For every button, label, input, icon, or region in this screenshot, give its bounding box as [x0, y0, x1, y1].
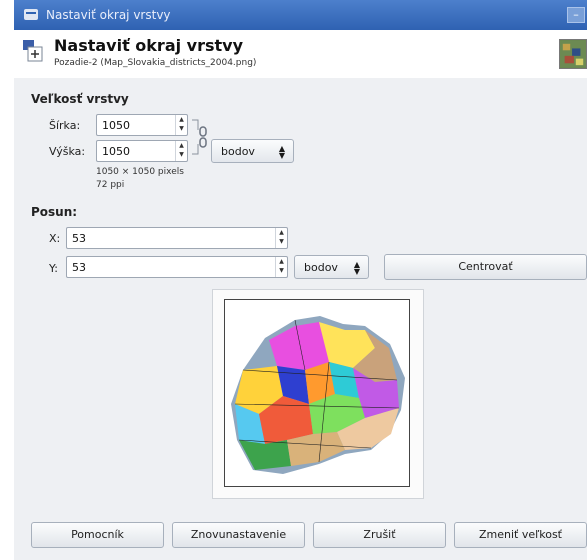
spinner-arrows-icon[interactable]: ▲ ▼ [275, 257, 287, 277]
x-offset-spinbox[interactable]: 53 ▲ ▼ [66, 227, 288, 249]
offset-unit-combo[interactable]: bodov ▲ ▼ [294, 255, 369, 279]
width-label: Šírka: [49, 119, 81, 132]
size-info-ppi: 72 ppi [96, 180, 125, 190]
window-title: Nastaviť okraj vrstvy [46, 8, 171, 22]
help-button[interactable]: Pomocník [31, 522, 164, 548]
size-unit-combo[interactable]: bodov ▲ ▼ [211, 139, 294, 163]
width-value: 1050 [102, 119, 130, 132]
chain-link-icon[interactable] [190, 117, 208, 157]
offset-section-title: Posun: [31, 205, 78, 219]
y-offset-value: 53 [72, 261, 86, 274]
title-bar[interactable]: Nastaviť okraj vrstvy – [14, 0, 587, 30]
combo-arrows-icon: ▲ ▼ [278, 144, 285, 160]
offset-unit-label: bodov [304, 261, 338, 274]
spinner-arrows-icon[interactable]: ▲ ▼ [275, 228, 287, 248]
size-info-pixels: 1050 × 1050 pixels [96, 167, 184, 177]
y-label: Y: [49, 262, 58, 275]
map-preview-image [231, 316, 405, 474]
combo-arrows-icon: ▲ ▼ [353, 260, 360, 276]
preview-frame [224, 299, 410, 487]
dialog-subtitle: Pozadie-2 (Map_Slovakia_districts_2004.p… [54, 58, 257, 68]
height-label: Výška: [49, 145, 86, 158]
reset-button[interactable]: Znovunastavenie [172, 522, 305, 548]
spinner-arrows-icon[interactable]: ▲ ▼ [175, 141, 187, 161]
x-label: X: [49, 232, 61, 245]
y-offset-spinbox[interactable]: 53 ▲ ▼ [66, 256, 288, 278]
dialog-window: Nastaviť okraj vrstvy – Nastaviť okraj v… [14, 0, 587, 560]
width-spinbox[interactable]: 1050 ▲ ▼ [96, 114, 188, 136]
resize-button[interactable]: Zmeniť veľkosť [454, 522, 587, 548]
height-value: 1050 [102, 145, 130, 158]
desktop-strip [0, 0, 14, 560]
offset-preview-area[interactable] [212, 289, 424, 499]
size-unit-label: bodov [221, 145, 255, 158]
window-menu-icon[interactable] [24, 9, 38, 20]
layer-resize-icon [23, 40, 43, 62]
center-button[interactable]: Centrovať [384, 254, 587, 280]
cancel-button[interactable]: Zrušiť [313, 522, 446, 548]
height-spinbox[interactable]: 1050 ▲ ▼ [96, 140, 188, 162]
spinner-arrows-icon[interactable]: ▲ ▼ [175, 115, 187, 135]
image-thumbnail [559, 39, 587, 69]
size-section-title: Veľkosť vrstvy [31, 92, 129, 106]
dialog-header: Nastaviť okraj vrstvy Pozadie-2 (Map_Slo… [14, 30, 587, 78]
x-offset-value: 53 [72, 232, 86, 245]
dialog-title: Nastaviť okraj vrstvy [54, 36, 244, 55]
minimize-button[interactable]: – [567, 7, 585, 23]
